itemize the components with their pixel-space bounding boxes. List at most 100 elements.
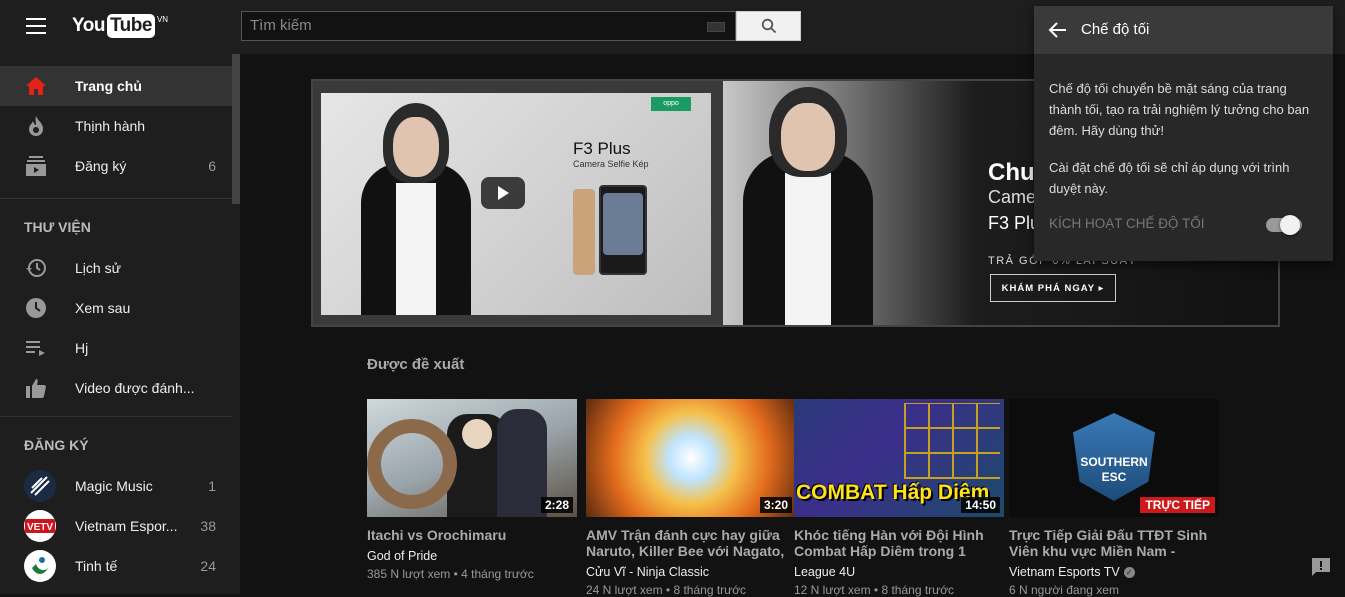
video-channel[interactable]: Vietnam Esports TV ✓ <box>1009 565 1219 579</box>
video-channel[interactable]: League 4U <box>794 565 1004 579</box>
video-title-line: Trực Tiếp Giải Đấu TTĐT Sinh <box>1009 527 1208 543</box>
video-meta: 24 N lượt xem • 8 tháng trước <box>586 583 747 597</box>
search-input[interactable]: Tìm kiếm <box>241 11 736 41</box>
sidebar-item-subscriptions[interactable]: Đăng ký 6 <box>0 146 232 186</box>
phone-screen <box>603 193 643 255</box>
banner-video[interactable]: oppo F3 Plus Camera Selfie Kép <box>313 81 723 325</box>
video-thumbnail[interactable]: 3:20 <box>586 399 796 517</box>
avatar <box>24 550 56 582</box>
video-duration: 3:20 <box>759 497 792 513</box>
video-duration: 2:28 <box>540 497 573 513</box>
sidebar-item-count: 1 <box>208 478 216 494</box>
sidebar-divider <box>0 416 232 417</box>
sidebar-item-watch-later[interactable]: Xem sau <box>0 288 232 328</box>
video-channel[interactable]: Cửu Vĩ - Ninja Classic <box>586 565 796 579</box>
home-icon <box>24 74 48 98</box>
phone-gold <box>573 189 595 275</box>
sidebar-item-vietnam-esports[interactable]: VETV Vietnam Espor... 38 <box>0 506 232 546</box>
video-title[interactable]: Itachi vs Orochimaru <box>367 527 577 543</box>
video-title[interactable]: Trực Tiếp Giải Đấu TTĐT Sinh Viên khu vự… <box>1009 527 1219 559</box>
video-card[interactable]: COMBAT Hấp Diêm 14:50 Khóc tiếng Hàn với… <box>794 399 1004 597</box>
search-placeholder: Tìm kiếm <box>250 17 312 34</box>
video-channel[interactable]: God of Pride <box>367 549 577 563</box>
svg-text:VETV: VETV <box>27 522 53 533</box>
youtube-logo[interactable]: You Tube VN <box>72 14 168 38</box>
popup-header: Chế độ tối <box>1034 6 1333 54</box>
video-title-line: Combat Hấp Diêm trong 1 <box>794 543 966 559</box>
video-thumbnail[interactable]: SOUTHERN ESC TRỰC TIẾP <box>1009 399 1219 517</box>
sidebar-item-label: Xem sau <box>75 300 131 316</box>
esc-logo-text: ESC <box>1101 470 1127 484</box>
logo-tube-text: Tube <box>106 14 155 38</box>
subscriptions-heading: ĐĂNG KÝ <box>24 437 89 453</box>
video-card[interactable]: 3:20 AMV Trận đánh cực hay giữa Naruto, … <box>586 399 796 597</box>
sidebar-item-magic-music[interactable]: Magic Music 1 <box>0 466 232 506</box>
search-button[interactable] <box>736 11 801 41</box>
video-meta: 6 N người đang xem <box>1009 583 1119 597</box>
banner-product-title: F3 Plus <box>573 139 631 158</box>
model-shirt <box>785 173 831 325</box>
oppo-logo: oppo <box>651 97 691 111</box>
thumbs-up-icon <box>24 376 48 400</box>
history-icon <box>24 256 48 280</box>
popup-description: Chế độ tối chuyển bề mặt sáng của trang … <box>1049 81 1310 138</box>
sidebar-item-count: 24 <box>200 558 216 574</box>
character-figure <box>497 409 547 517</box>
dark-mode-toggle[interactable] <box>1266 207 1310 243</box>
sidebar-item-home[interactable]: Trang chủ <box>0 66 232 106</box>
menu-icon[interactable] <box>26 18 46 34</box>
sidebar-item-label: Lịch sử <box>75 260 121 276</box>
sidebar-item-label: Thịnh hành <box>75 118 146 134</box>
sidebar-item-history[interactable]: Lịch sử <box>0 248 232 288</box>
model-face <box>393 117 439 177</box>
subscriptions-icon <box>24 154 48 178</box>
sidebar-item-label: Vietnam Espor... <box>75 518 178 534</box>
logo-region: VN <box>156 15 169 24</box>
model-shirt <box>396 183 436 315</box>
video-title-line: Viên khu vực Miền Nam - <box>1009 543 1176 559</box>
snake-shape <box>367 419 457 509</box>
feedback-icon[interactable] <box>1310 557 1332 577</box>
sidebar-item-trending[interactable]: Thịnh hành <box>0 106 232 146</box>
video-meta: 12 N lượt xem • 8 tháng trước <box>794 583 955 597</box>
sidebar-item-label: Video được đánh... <box>75 380 195 396</box>
sidebar-item-label: Tinh tế <box>75 558 118 574</box>
toggle-thumb <box>1280 215 1300 235</box>
sidebar-item-playlist[interactable]: Hj <box>0 328 232 368</box>
video-meta: 385 N lượt xem • 4 tháng trước <box>367 567 534 581</box>
search-icon <box>761 18 776 34</box>
video-duration: 14:50 <box>961 497 1000 513</box>
avatar: VETV <box>24 510 56 542</box>
sidebar-scrollbar[interactable] <box>232 54 240 204</box>
video-title-line: Naruto, Killer Bee với Nagato, <box>586 543 785 559</box>
video-card[interactable]: 2:28 Itachi vs Orochimaru God of Pride 3… <box>367 399 577 581</box>
video-title[interactable]: AMV Trận đánh cực hay giữa Naruto, Kille… <box>586 527 796 559</box>
library-heading: THƯ VIỆN <box>24 219 91 235</box>
clock-icon <box>24 296 48 320</box>
video-thumbnail[interactable]: 2:28 <box>367 399 577 517</box>
promo-model: F3 Plu <box>988 213 1041 233</box>
model-face <box>781 103 835 171</box>
video-card[interactable]: SOUTHERN ESC TRỰC TIẾP Trực Tiếp Giải Đấ… <box>1009 399 1219 597</box>
video-title-line: AMV Trận đánh cực hay giữa <box>586 527 780 543</box>
esc-logo-text: SOUTHERN <box>1080 455 1148 469</box>
sidebar-item-tinh-te[interactable]: Tinh tế 24 <box>0 546 232 586</box>
video-title-line: Itachi vs Orochimaru <box>367 527 507 543</box>
sidebar-item-label: Trang chủ <box>75 78 142 94</box>
section-title: Được đề xuất <box>367 356 465 373</box>
play-button[interactable] <box>481 177 525 209</box>
promo-title: Chu <box>988 159 1035 186</box>
character-face <box>462 419 492 449</box>
video-thumbnail[interactable]: COMBAT Hấp Diêm 14:50 <box>794 399 1004 517</box>
sidebar-divider <box>0 198 232 199</box>
explore-now-button[interactable]: KHÁM PHÁ NGAY ▸ <box>990 274 1116 302</box>
sidebar-item-label: Magic Music <box>75 478 153 494</box>
video-title[interactable]: Khóc tiếng Hàn với Đội Hình Combat Hấp D… <box>794 527 1004 559</box>
keyboard-icon[interactable] <box>707 22 725 32</box>
dark-mode-toggle-label: KÍCH HOẠT CHẾ ĐỘ TỐI <box>1049 216 1205 231</box>
live-badge: TRỰC TIẾP <box>1140 497 1215 513</box>
champion-grid <box>904 403 1000 479</box>
popup-note: Cài đặt chế độ tối sẽ chỉ áp dụng với tr… <box>1049 160 1290 196</box>
back-arrow-icon[interactable] <box>1048 20 1068 40</box>
sidebar-item-liked-videos[interactable]: Video được đánh... <box>0 368 232 408</box>
